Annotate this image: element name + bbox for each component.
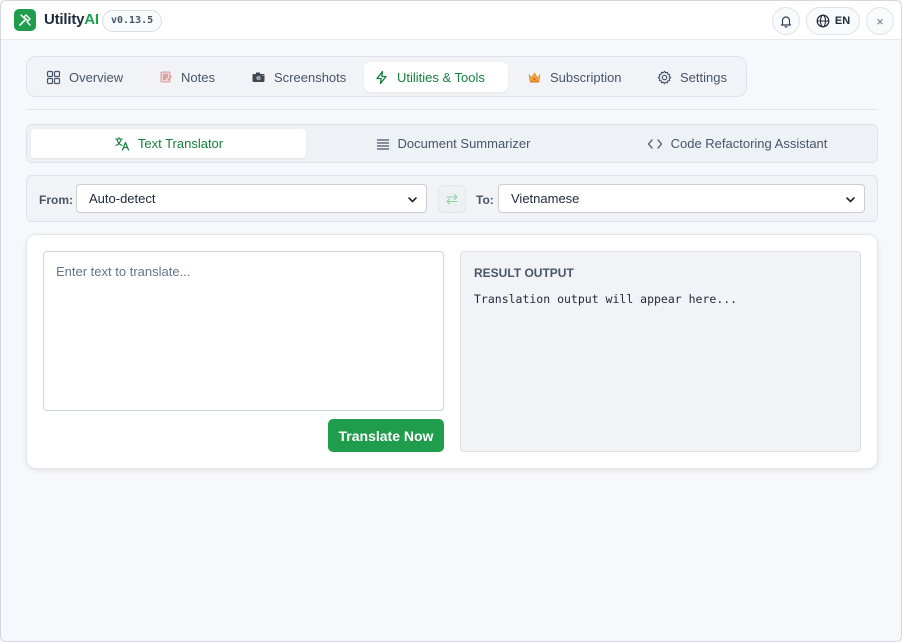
version-badge: v0.13.5 [102, 10, 163, 32]
to-language-select[interactable]: Vietnamese [498, 184, 865, 213]
subtab-text-translator[interactable]: Text Translator [31, 129, 306, 158]
from-label: From: [39, 193, 73, 207]
chevron-down-icon [846, 197, 855, 203]
tab-label: Settings [680, 69, 727, 85]
subtab-label: Document Summarizer [397, 136, 531, 151]
tab-label: Subscription [550, 69, 622, 85]
subtab-label: Code Refactoring Assistant [670, 136, 828, 151]
tab-label: Utilities & Tools [397, 69, 485, 85]
language-button[interactable]: EN [806, 7, 860, 35]
title-bar: UtilityAI v0.13.5 EN × [1, 1, 901, 40]
to-language-value: Vietnamese [511, 191, 580, 206]
language-label: EN [834, 15, 851, 27]
notes-icon [160, 71, 172, 83]
result-output-title: RESULT OUTPUT [474, 266, 574, 280]
subtab-code-refactoring[interactable]: Code Refactoring Assistant [599, 129, 875, 158]
subtab-document-summarizer[interactable]: Document Summarizer [315, 129, 591, 158]
swap-languages-button[interactable] [438, 185, 466, 213]
close-button[interactable]: × [866, 7, 894, 35]
lightning-icon [376, 70, 387, 84]
tab-subscription[interactable]: Subscription [517, 62, 632, 92]
tab-label: Overview [69, 69, 124, 85]
tab-notes[interactable]: Notes [149, 62, 225, 92]
tab-label: Notes [181, 69, 215, 85]
translator-card: Translate Now RESULT OUTPUT Translation … [26, 234, 878, 469]
gear-icon [657, 70, 672, 84]
language-selection-row: From: Auto-detect To: Vietnamese [26, 175, 878, 222]
close-icon: × [876, 13, 884, 29]
bell-icon [780, 16, 792, 28]
app-name: UtilityAI [44, 11, 99, 28]
tab-overview[interactable]: Overview [36, 62, 133, 92]
tools-icon [19, 14, 31, 26]
to-label: To: [476, 193, 494, 207]
app-logo [14, 9, 36, 31]
section-divider [26, 109, 878, 110]
from-language-select[interactable]: Auto-detect [76, 184, 427, 213]
globe-icon [816, 14, 830, 28]
grid-icon [46, 70, 61, 84]
notifications-button[interactable] [772, 7, 800, 35]
result-output-panel: RESULT OUTPUT Translation output will ap… [460, 251, 861, 452]
tab-utilities-tools[interactable]: Utilities & Tools [364, 62, 508, 92]
from-language-value: Auto-detect [89, 191, 156, 206]
main-nav: Overview Notes Screenshots Utilities & T… [26, 56, 747, 97]
swap-icon [446, 193, 458, 205]
camera-icon [252, 72, 265, 82]
translate-icon [114, 136, 129, 151]
tool-subtabs: Text Translator Document Summarizer Code… [26, 124, 878, 163]
tab-settings[interactable]: Settings [647, 62, 737, 92]
tab-screenshots[interactable]: Screenshots [241, 62, 356, 92]
crown-icon [528, 72, 541, 83]
result-output-text: Translation output will appear here... [474, 292, 738, 306]
translate-now-button[interactable]: Translate Now [328, 419, 444, 452]
lines-icon [376, 138, 389, 150]
chevron-down-icon [408, 197, 417, 203]
subtab-label: Text Translator [137, 136, 224, 151]
code-icon [647, 138, 662, 149]
tab-label: Screenshots [274, 69, 347, 85]
source-text-input[interactable] [43, 251, 444, 411]
app-window: UtilityAI v0.13.5 EN × Overview Notes Sc… [0, 0, 902, 642]
